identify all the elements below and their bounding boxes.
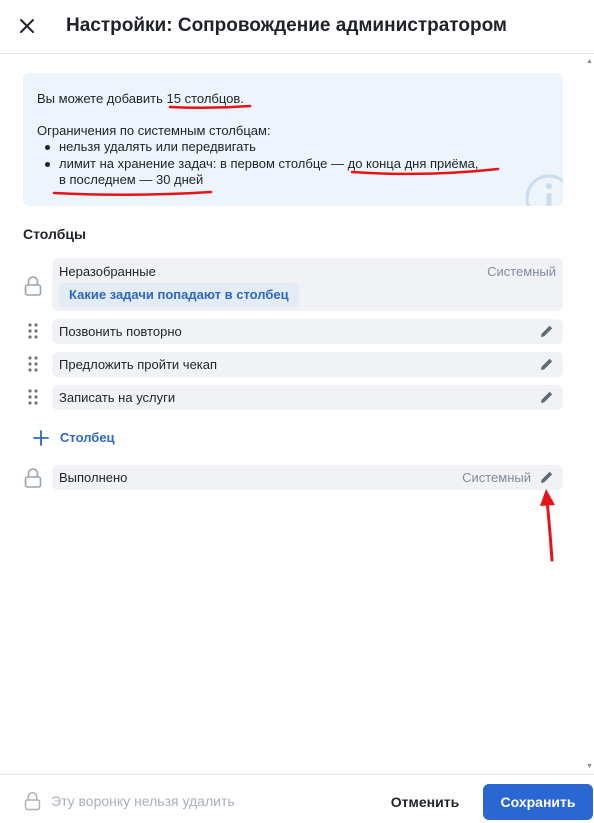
drag-handle-icon[interactable] bbox=[28, 323, 38, 339]
column-name: Выполнено bbox=[59, 470, 128, 485]
column-row-unsorted: Неразобранные Системный Какие задачи поп… bbox=[52, 258, 563, 311]
info-columns-limit-suffix: . bbox=[240, 91, 244, 106]
info-restriction-item: нельзя удалять или передвигать bbox=[37, 139, 479, 156]
plus-icon bbox=[33, 430, 49, 446]
dialog-footer: Эту воронку нельзя удалить Отменить Сохр… bbox=[0, 774, 594, 823]
system-label: Системный bbox=[462, 470, 531, 485]
pencil-icon[interactable] bbox=[539, 389, 555, 405]
lock-icon bbox=[24, 468, 42, 488]
scrollbar[interactable]: ▲ ▼ bbox=[586, 56, 593, 772]
delete-restriction-note: Эту воронку нельзя удалить bbox=[51, 793, 235, 809]
scroll-up-arrow-icon[interactable]: ▲ bbox=[586, 58, 593, 65]
drag-handle-icon[interactable] bbox=[28, 356, 38, 372]
cancel-button[interactable]: Отменить bbox=[376, 784, 474, 820]
info-icon bbox=[525, 174, 563, 206]
system-label: Системный bbox=[487, 264, 556, 279]
column-row[interactable]: Предложить пройти чекап bbox=[52, 352, 563, 377]
column-row-done: Выполнено Системный bbox=[52, 465, 563, 490]
info-columns-limit-prefix: Вы можете добавить bbox=[37, 91, 167, 106]
info-text: Вы можете добавить 15 столбцов. Ограниче… bbox=[37, 91, 479, 189]
lock-icon bbox=[24, 791, 41, 811]
info-storage-limit-prefix: лимит на хранение задач: в первом столбц… bbox=[59, 155, 348, 171]
pencil-icon[interactable] bbox=[539, 469, 555, 485]
save-button[interactable]: Сохранить bbox=[483, 784, 593, 820]
pencil-icon[interactable] bbox=[539, 356, 555, 372]
info-restriction-item: лимит на хранение задач: в первом столбц… bbox=[37, 156, 479, 189]
close-icon[interactable] bbox=[14, 13, 40, 39]
column-name: Записать на услуги bbox=[59, 390, 176, 405]
dialog-header: Настройки: Сопровождение администратором bbox=[0, 0, 594, 54]
info-storage-limit-first: до конца дня приёма, bbox=[347, 155, 479, 171]
column-name: Позвонить повторно bbox=[59, 324, 182, 339]
pencil-icon[interactable] bbox=[539, 323, 555, 339]
info-restrictions-list: нельзя удалять или передвигать лимит на … bbox=[37, 139, 479, 189]
drag-handle-icon[interactable] bbox=[28, 389, 38, 405]
add-column-label: Столбец bbox=[60, 430, 115, 445]
column-name: Предложить пройти чекап bbox=[59, 357, 218, 372]
columns-section-title: Столбцы bbox=[23, 226, 86, 242]
column-name: Неразобранные bbox=[59, 264, 156, 279]
column-row[interactable]: Позвонить повторно bbox=[52, 319, 563, 344]
info-columns-count: 15 столбцов bbox=[166, 91, 241, 106]
which-tasks-button[interactable]: Какие задачи попадают в столбец bbox=[59, 283, 299, 307]
lock-icon bbox=[24, 276, 42, 296]
info-box: Вы можете добавить 15 столбцов. Ограниче… bbox=[23, 73, 563, 206]
info-restrictions-heading: Ограничения по системным столбцам: bbox=[37, 122, 271, 138]
scroll-down-arrow-icon[interactable]: ▼ bbox=[586, 763, 593, 770]
dialog-title: Настройки: Сопровождение администратором bbox=[66, 15, 507, 36]
column-row[interactable]: Записать на услуги bbox=[52, 385, 563, 410]
info-storage-limit-last: в последнем — 30 дней bbox=[59, 172, 204, 187]
info-columns-limit: Вы можете добавить 15 столбцов. bbox=[37, 91, 479, 108]
